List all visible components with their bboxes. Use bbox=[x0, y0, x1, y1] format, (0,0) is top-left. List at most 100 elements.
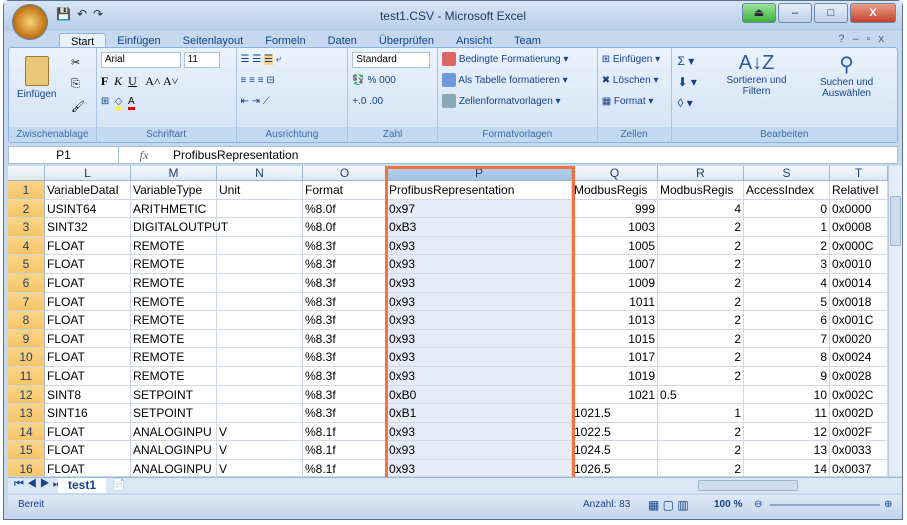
cell[interactable]: 1005 bbox=[572, 236, 658, 256]
cell[interactable]: SINT8 bbox=[45, 385, 131, 405]
cell[interactable]: 2 bbox=[658, 348, 744, 367]
cell[interactable] bbox=[217, 274, 303, 293]
vertical-scrollbar[interactable] bbox=[888, 166, 902, 476]
cell[interactable]: 0x93 bbox=[387, 367, 572, 386]
spreadsheet-grid[interactable]: L M N O P Q R S T 1 VariableDataI VariableType Unit F… bbox=[8, 166, 888, 476]
cell[interactable]: 5 bbox=[744, 292, 830, 312]
cell[interactable]: 2 bbox=[658, 422, 744, 442]
cell[interactable]: 0x002F bbox=[830, 422, 888, 442]
font-name-select[interactable]: Arial bbox=[100, 52, 181, 68]
tab-start[interactable]: Start bbox=[59, 33, 107, 48]
cell[interactable]: 0x002D bbox=[830, 404, 888, 423]
cell[interactable]: 1019 bbox=[572, 367, 658, 386]
sheet-nav-buttons[interactable]: ⏮ ◀ ▶ ⏭ bbox=[14, 478, 63, 491]
cell[interactable]: ANALOGINPU bbox=[131, 441, 217, 460]
cell[interactable]: %8.3f bbox=[303, 404, 387, 423]
zoom-in-icon[interactable]: ⊕ bbox=[884, 495, 892, 515]
cell[interactable]: 14 bbox=[744, 460, 830, 476]
horizontal-scroll-thumb[interactable] bbox=[698, 480, 798, 491]
row-header[interactable]: 13 bbox=[8, 404, 45, 423]
cell[interactable]: REMOTE bbox=[131, 255, 217, 274]
bold-button[interactable]: F bbox=[101, 74, 108, 88]
zoom-slider[interactable] bbox=[770, 504, 880, 506]
cell[interactable]: %8.0f bbox=[303, 199, 387, 219]
cell[interactable]: 0xB3 bbox=[387, 218, 572, 237]
tab-formeln[interactable]: Formeln bbox=[254, 33, 316, 48]
cell[interactable]: REMOTE bbox=[131, 367, 217, 386]
cell[interactable] bbox=[217, 236, 303, 256]
cell[interactable]: 1022.5 bbox=[572, 422, 658, 442]
cell[interactable]: FLOAT bbox=[45, 236, 131, 256]
minimize-button[interactable]: – bbox=[778, 3, 812, 23]
cell[interactable]: 0x93 bbox=[387, 274, 572, 293]
cell[interactable]: 0x93 bbox=[387, 292, 572, 312]
decimal-icons[interactable]: +.0 .00 bbox=[352, 93, 433, 114]
row-header[interactable]: 8 bbox=[8, 311, 45, 330]
cell[interactable]: AccessIndex bbox=[744, 181, 830, 200]
font-color-icon[interactable]: A bbox=[128, 96, 135, 110]
italic-button[interactable]: K bbox=[114, 74, 122, 88]
cell[interactable]: 1 bbox=[744, 218, 830, 237]
format-as-table-button[interactable]: Als Tabelle formatieren ▾ bbox=[442, 72, 593, 93]
cell[interactable] bbox=[217, 311, 303, 330]
cell[interactable] bbox=[217, 199, 303, 219]
cell[interactable]: 0x93 bbox=[387, 236, 572, 256]
cell[interactable]: 1021.5 bbox=[572, 404, 658, 423]
sort-filter-button[interactable]: A↓Z Sortieren und Filtern bbox=[712, 52, 802, 97]
cell[interactable]: 0x97 bbox=[387, 199, 572, 219]
cell[interactable]: 2 bbox=[658, 218, 744, 237]
close-button[interactable]: X bbox=[850, 3, 896, 23]
cell[interactable]: %8.3f bbox=[303, 292, 387, 312]
cell[interactable]: 2 bbox=[658, 274, 744, 293]
row-header[interactable]: 11 bbox=[8, 367, 45, 386]
select-all-corner[interactable] bbox=[8, 166, 45, 181]
cell-styles-button[interactable]: Zellenformatvorlagen ▾ bbox=[442, 93, 593, 114]
cell[interactable]: %8.1f bbox=[303, 441, 387, 460]
cell[interactable]: DIGITALOUTPUT bbox=[131, 218, 228, 237]
cell[interactable]: FLOAT bbox=[45, 255, 131, 274]
cell[interactable]: 8 bbox=[744, 348, 830, 367]
borders-icon[interactable]: ⊞ bbox=[101, 96, 109, 107]
shrink-font-icon[interactable]: A˅ bbox=[163, 74, 178, 88]
column-header-S[interactable]: S bbox=[744, 166, 830, 181]
cell[interactable]: FLOAT bbox=[45, 329, 131, 349]
cell[interactable]: FLOAT bbox=[45, 311, 131, 330]
cell[interactable]: 2 bbox=[658, 236, 744, 256]
cell[interactable]: 0x93 bbox=[387, 348, 572, 367]
row-header[interactable]: 10 bbox=[8, 348, 45, 367]
autosum-icon[interactable]: Σ ▾ bbox=[678, 51, 697, 72]
tab-team[interactable]: Team bbox=[503, 33, 552, 48]
cell[interactable]: REMOTE bbox=[131, 236, 217, 256]
cell[interactable]: %8.3f bbox=[303, 274, 387, 293]
format-painter-icon[interactable]: 🖌 bbox=[71, 100, 85, 113]
row-header[interactable]: 2 bbox=[8, 199, 45, 219]
formula-input[interactable]: ProfibusRepresentation bbox=[169, 148, 897, 162]
cell[interactable]: V bbox=[217, 422, 303, 442]
cell[interactable]: 3 bbox=[744, 255, 830, 274]
row-header[interactable]: 16 bbox=[8, 460, 45, 476]
cell[interactable]: 12 bbox=[744, 422, 830, 442]
column-header-P[interactable]: P bbox=[387, 166, 572, 181]
clear-icon[interactable]: ◊ ▾ bbox=[678, 93, 697, 114]
cell[interactable]: VariableType bbox=[131, 181, 217, 200]
row-header[interactable]: 7 bbox=[8, 292, 45, 312]
row-header[interactable]: 4 bbox=[8, 236, 45, 256]
cell[interactable]: SETPOINT bbox=[131, 385, 217, 405]
cell[interactable] bbox=[217, 385, 303, 405]
cell[interactable]: RelativeI bbox=[830, 181, 888, 200]
cell[interactable]: ARITHMETIC bbox=[131, 199, 217, 219]
row-header[interactable]: 14 bbox=[8, 422, 45, 442]
cell[interactable]: 2 bbox=[658, 367, 744, 386]
cell[interactable]: 0x0028 bbox=[830, 367, 888, 386]
new-sheet-icon[interactable]: 📄 bbox=[112, 478, 126, 491]
cell[interactable]: 1026.5 bbox=[572, 460, 658, 476]
column-header-M[interactable]: M bbox=[131, 166, 217, 181]
cell[interactable]: 13 bbox=[744, 441, 830, 460]
cell[interactable]: 0x0010 bbox=[830, 255, 888, 274]
vertical-align-icons[interactable]: ☰ ☰ ☰ ⤶ bbox=[241, 51, 344, 72]
paste-button[interactable]: Einfügen bbox=[17, 56, 56, 107]
zoom-out-icon[interactable]: ⊖ bbox=[754, 495, 762, 515]
cell[interactable]: 11 bbox=[744, 404, 830, 423]
cell[interactable]: FLOAT bbox=[45, 274, 131, 293]
cell[interactable]: 0xB1 bbox=[387, 404, 572, 423]
